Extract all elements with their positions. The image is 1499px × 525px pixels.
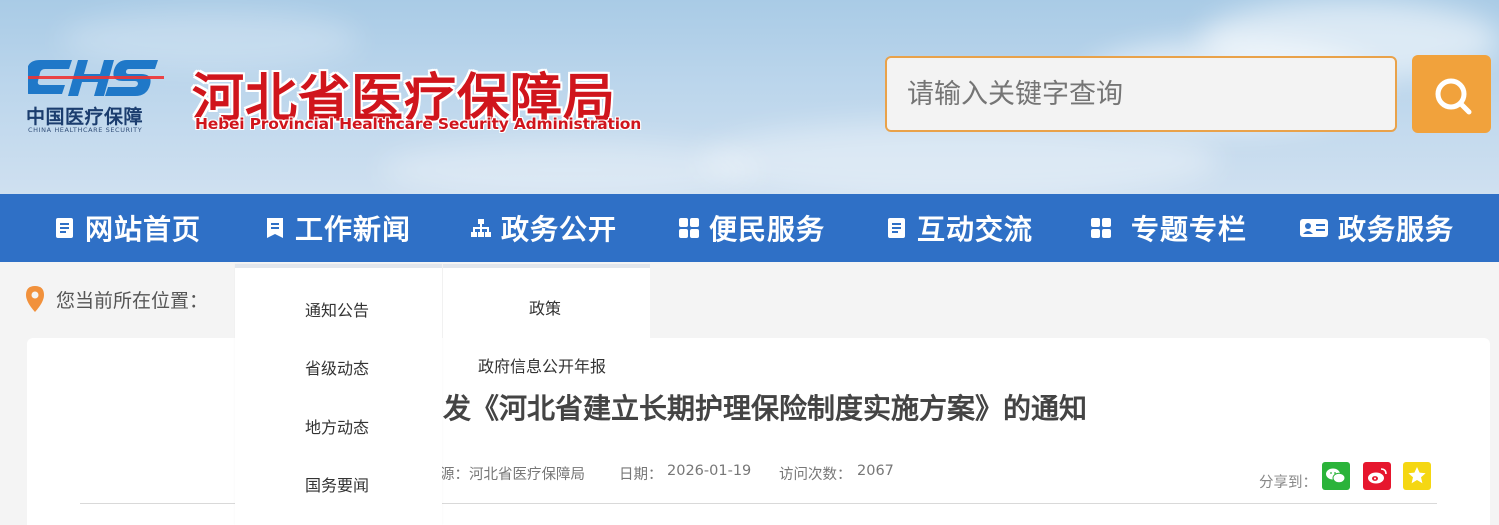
nav-item-topics[interactable]: 专题专栏 xyxy=(1090,194,1247,262)
id-card-icon xyxy=(1300,219,1328,237)
dropdown-item-policy[interactable]: 政策 xyxy=(529,295,561,319)
wechat-icon xyxy=(1326,468,1346,484)
logo-cn-text: 中国医疗保障 xyxy=(26,106,144,128)
star-icon xyxy=(1408,467,1426,484)
document-icon xyxy=(56,218,73,238)
share-weibo-button[interactable] xyxy=(1363,462,1391,490)
document-icon xyxy=(888,218,905,238)
nav-item-home[interactable]: 网站首页 xyxy=(54,194,201,262)
bookmark-icon xyxy=(267,218,283,238)
share-qzone-button[interactable] xyxy=(1403,462,1431,490)
nav-item-gov-service[interactable]: 政务服务 xyxy=(1299,194,1454,262)
search-button[interactable] xyxy=(1412,55,1491,133)
nav-label-topics: 专题专栏 xyxy=(1131,213,1248,246)
open-dropdown-top-border xyxy=(443,264,650,268)
article-title: 发《河北省建立长期护理保险制度实施方案》的通知 xyxy=(443,392,1088,425)
breadcrumb-label: 您当前所在位置： xyxy=(56,289,209,312)
nav-item-service[interactable]: 便民服务 xyxy=(678,194,825,262)
main-nav: 网站首页 工作新闻 政务公开 便民服务 互动交流 专题专栏 政务服务 xyxy=(0,194,1499,262)
site-title-en: Hebei Provincial Healthcare Security Adm… xyxy=(195,115,642,133)
org-chart-icon xyxy=(471,219,491,237)
grid-icon xyxy=(1091,218,1111,238)
share-wechat-button[interactable] xyxy=(1322,462,1350,490)
dropdown-item-annual-report[interactable]: 政府信息公开年报 xyxy=(478,353,606,377)
chs-logo[interactable]: 中国医疗保障 CHINA HEALTHCARE SECURITY xyxy=(26,56,166,140)
meta-date-label: 日期： xyxy=(619,467,663,483)
meta-source-label: 源： xyxy=(440,467,469,483)
breadcrumb: 您当前所在位置： xyxy=(24,285,208,313)
dropdown-item-national[interactable]: 国务要闻 xyxy=(305,472,369,496)
nav-label-open: 政务公开 xyxy=(501,213,618,246)
dropdown-item-provincial[interactable]: 省级动态 xyxy=(305,355,369,379)
nav-label-home: 网站首页 xyxy=(85,213,202,246)
chs-logo-mark-icon xyxy=(28,60,164,96)
location-pin-icon xyxy=(26,286,44,312)
share-label: 分享到： xyxy=(1259,475,1317,491)
meta-source-value: 河北省医疗保障局 xyxy=(469,467,585,483)
weibo-icon xyxy=(1368,468,1387,484)
meta-visits-value: 2067 xyxy=(857,463,894,479)
nav-label-service: 便民服务 xyxy=(709,213,826,246)
grid-icon xyxy=(679,218,699,238)
dropdown-item-notice[interactable]: 通知公告 xyxy=(305,297,369,321)
search-input[interactable] xyxy=(885,56,1397,132)
search-icon xyxy=(1435,78,1472,115)
logo-en-text: CHINA HEALTHCARE SECURITY xyxy=(28,126,143,134)
nav-item-open[interactable]: 政务公开 xyxy=(470,194,617,262)
dropdown-item-local[interactable]: 地方动态 xyxy=(305,414,369,438)
nav-label-interact: 互动交流 xyxy=(917,213,1034,246)
nav-label-gov-service: 政务服务 xyxy=(1338,213,1455,246)
nav-item-news[interactable]: 工作新闻 xyxy=(264,194,411,262)
nav-label-news: 工作新闻 xyxy=(295,213,412,246)
nav-item-interact[interactable]: 互动交流 xyxy=(886,194,1033,262)
news-dropdown-top-border xyxy=(235,264,442,268)
meta-date-value: 2026-01-19 xyxy=(667,463,752,479)
meta-visits-label: 访问次数： xyxy=(779,467,852,483)
